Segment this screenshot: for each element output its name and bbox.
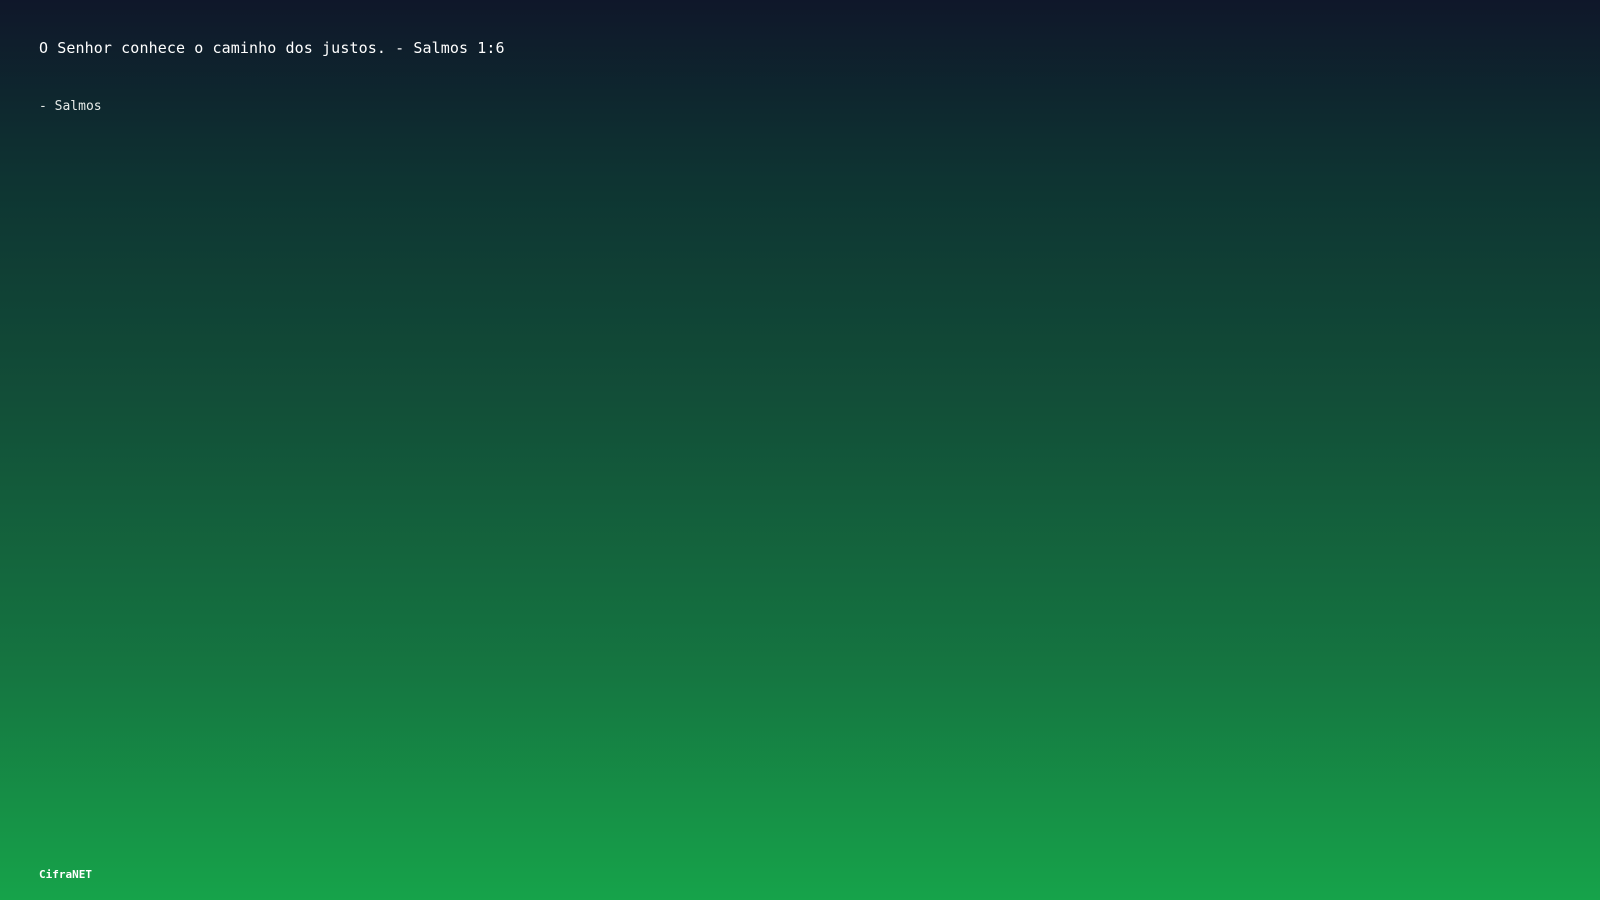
quote-attribution: - Salmos <box>39 99 102 114</box>
quote-text: O Senhor conhece o caminho dos justos. -… <box>39 39 505 57</box>
brand-logo-text: CifraNET <box>39 868 92 881</box>
